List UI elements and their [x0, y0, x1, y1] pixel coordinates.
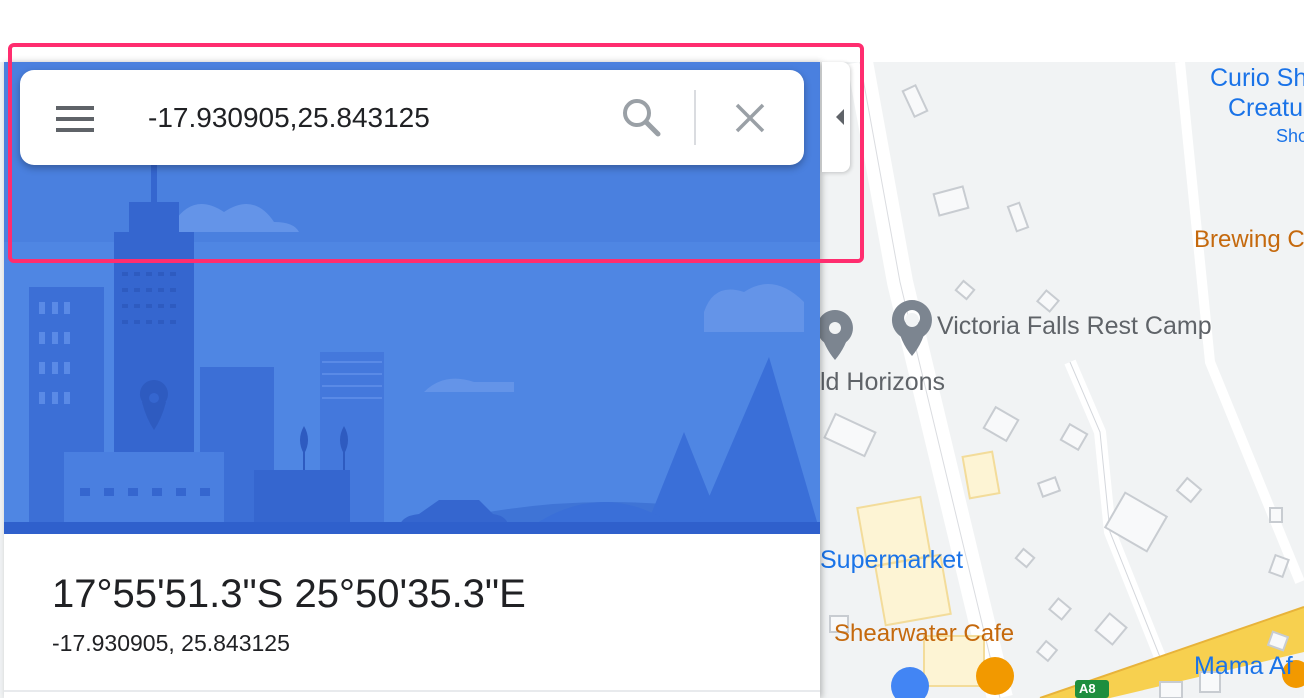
coordinates-decimal: -17.930905, 25.843125 [52, 630, 290, 656]
road-badge-a8: A8 [1079, 681, 1096, 696]
highlight-box [8, 43, 864, 263]
map-label-curio-line3[interactable]: Sho [1276, 126, 1304, 147]
map-label-rest-camp[interactable]: Victoria Falls Rest Camp [937, 312, 1212, 341]
map-label-mama[interactable]: Mama Af [1194, 652, 1293, 681]
map-label-brewing[interactable]: Brewing C [1194, 226, 1304, 254]
map-label-horizons[interactable]: ld Horizons [820, 368, 945, 397]
panel-divider [4, 690, 820, 692]
map-label-curio-line1[interactable]: Curio Sh [1210, 64, 1304, 93]
map-label-curio-line2[interactable]: Creatu [1228, 94, 1303, 123]
map-label-supermarket[interactable]: Supermarket [820, 546, 963, 575]
map-label-shearwater[interactable]: Shearwater Cafe [834, 620, 1014, 648]
coordinates-dms-title: 17°55'51.3"S 25°50'35.3"E [52, 572, 526, 616]
